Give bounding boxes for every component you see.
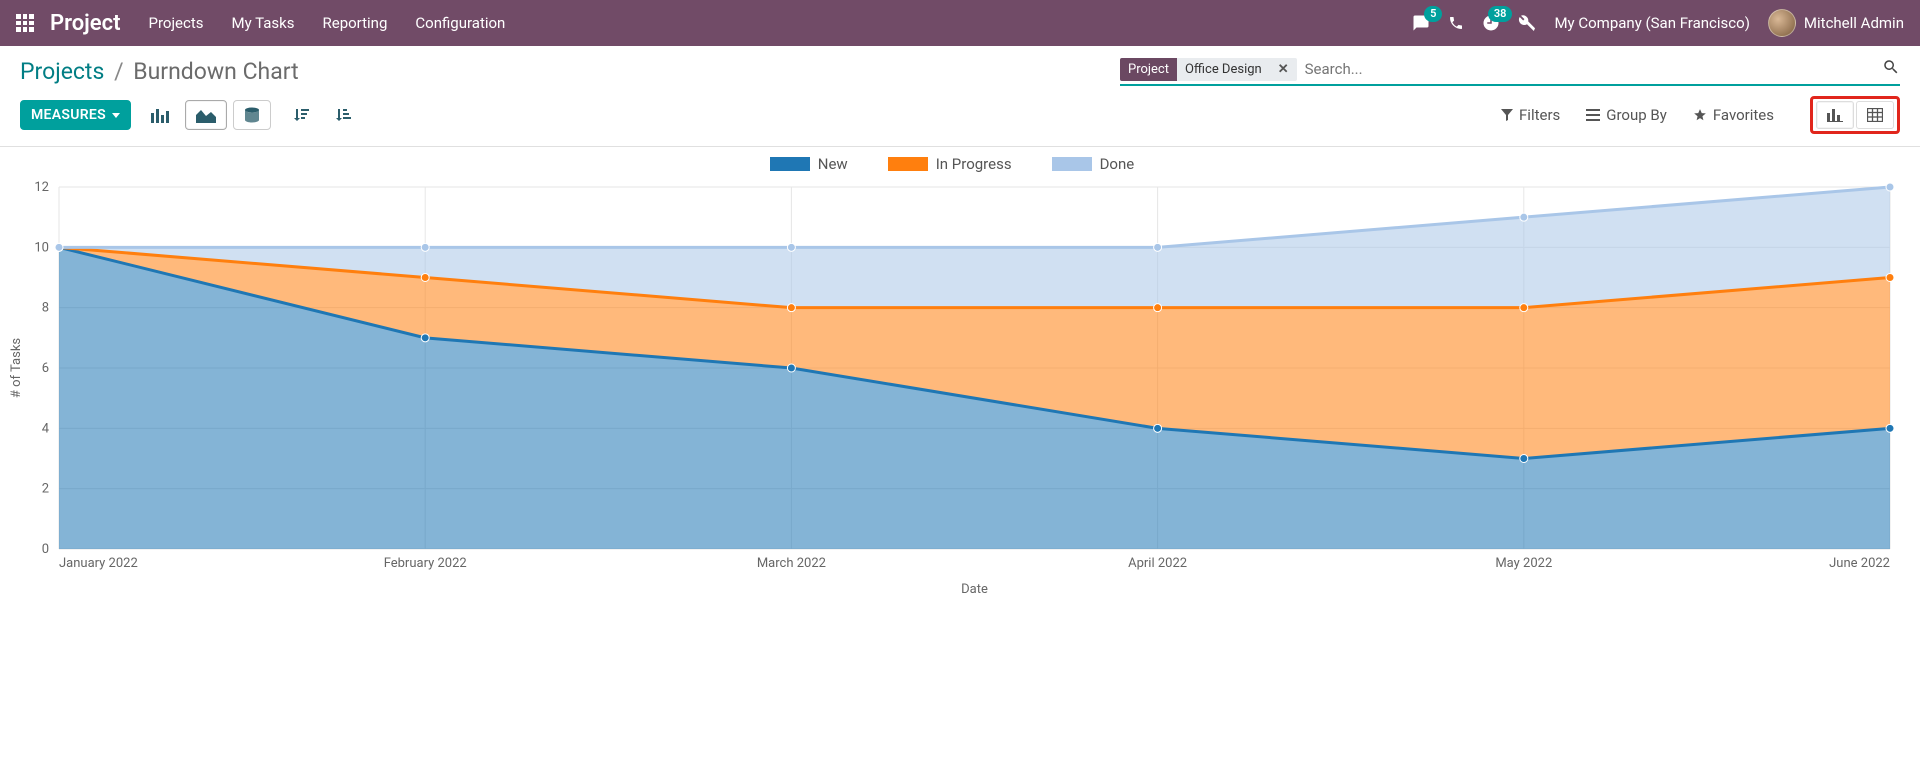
legend-item-in-progress[interactable]: In Progress (888, 155, 1012, 173)
svg-text:February 2022: February 2022 (384, 556, 467, 571)
legend-item-done[interactable]: Done (1052, 155, 1135, 173)
area-chart-button[interactable] (185, 100, 227, 130)
messages-icon[interactable]: 5 (1412, 14, 1430, 32)
svg-text:6: 6 (42, 361, 49, 376)
avatar (1768, 9, 1796, 37)
debug-icon[interactable] (1518, 14, 1536, 32)
caret-down-icon (112, 113, 120, 118)
svg-text:January 2022: January 2022 (59, 556, 138, 571)
groupby-label: Group By (1606, 106, 1667, 124)
facet-remove-icon[interactable]: ✕ (1270, 62, 1297, 77)
menu-projects[interactable]: Projects (149, 14, 204, 32)
groupby-button[interactable]: Group By (1586, 106, 1667, 124)
activities-badge: 38 (1488, 6, 1513, 22)
pivot-view-button[interactable] (1856, 101, 1894, 129)
menu-my-tasks[interactable]: My Tasks (232, 14, 295, 32)
favorites-label: Favorites (1713, 106, 1774, 124)
menu-configuration[interactable]: Configuration (415, 14, 505, 32)
sort-asc-button[interactable] (325, 101, 361, 129)
app-brand: Project (50, 11, 121, 36)
main-menu: Projects My Tasks Reporting Configuratio… (149, 14, 506, 32)
chart-legend: New In Progress Done (4, 155, 1900, 173)
pie-chart-button[interactable] (233, 100, 271, 130)
svg-text:June 2022: June 2022 (1829, 556, 1890, 571)
svg-text:2: 2 (42, 482, 49, 497)
svg-text:0: 0 (42, 542, 49, 557)
graph-view-button[interactable] (1816, 101, 1854, 129)
filters-button[interactable]: Filters (1501, 106, 1560, 124)
phone-icon[interactable] (1448, 15, 1464, 31)
control-bar: Projects / Burndown Chart Project Office… (0, 46, 1920, 86)
facet-label: Project (1120, 58, 1177, 81)
burndown-chart: 0 2 4 6 8 10 12 January 2022 February 2022 March … (4, 179, 1900, 599)
breadcrumb-current: Burndown Chart (133, 58, 298, 85)
search-bar: Project Office Design ✕ (1120, 56, 1900, 86)
breadcrumb-parent[interactable]: Projects (20, 58, 104, 85)
menu-reporting[interactable]: Reporting (323, 14, 388, 32)
facet-value: Office Design (1177, 58, 1270, 81)
search-input[interactable] (1297, 56, 1882, 82)
svg-text:12: 12 (34, 180, 49, 195)
svg-text:4: 4 (42, 421, 50, 436)
legend-item-new[interactable]: New (770, 155, 848, 173)
toolbar: Measures Filters Group By F (0, 86, 1920, 147)
svg-text:May 2022: May 2022 (1495, 556, 1552, 571)
svg-text:April 2022: April 2022 (1128, 556, 1187, 571)
user-menu[interactable]: Mitchell Admin (1768, 9, 1904, 37)
messages-badge: 5 (1424, 6, 1442, 22)
apps-icon[interactable] (16, 14, 34, 32)
chart-area: New In Progress Done 0 2 4 6 8 10 12 January 20… (0, 147, 1920, 607)
measures-button[interactable]: Measures (20, 100, 131, 130)
favorites-button[interactable]: Favorites (1693, 106, 1774, 124)
svg-text:# of Tasks: # of Tasks (9, 338, 24, 399)
measures-label: Measures (31, 107, 106, 123)
company-selector[interactable]: My Company (San Francisco) (1554, 14, 1749, 32)
breadcrumb: Projects / Burndown Chart (20, 58, 299, 85)
sort-desc-button[interactable] (283, 101, 319, 129)
view-switch-highlight (1810, 96, 1900, 134)
search-icon[interactable] (1882, 58, 1900, 80)
svg-text:Date: Date (961, 582, 988, 597)
svg-text:March 2022: March 2022 (757, 556, 826, 571)
user-name: Mitchell Admin (1804, 14, 1904, 32)
bar-chart-button[interactable] (141, 100, 179, 130)
top-nav: Project Projects My Tasks Reporting Conf… (0, 0, 1920, 46)
search-facet-project: Project Office Design ✕ (1120, 58, 1297, 81)
activities-icon[interactable]: 38 (1482, 14, 1500, 32)
svg-text:8: 8 (42, 301, 49, 316)
filters-label: Filters (1519, 106, 1560, 124)
svg-text:10: 10 (34, 240, 49, 255)
